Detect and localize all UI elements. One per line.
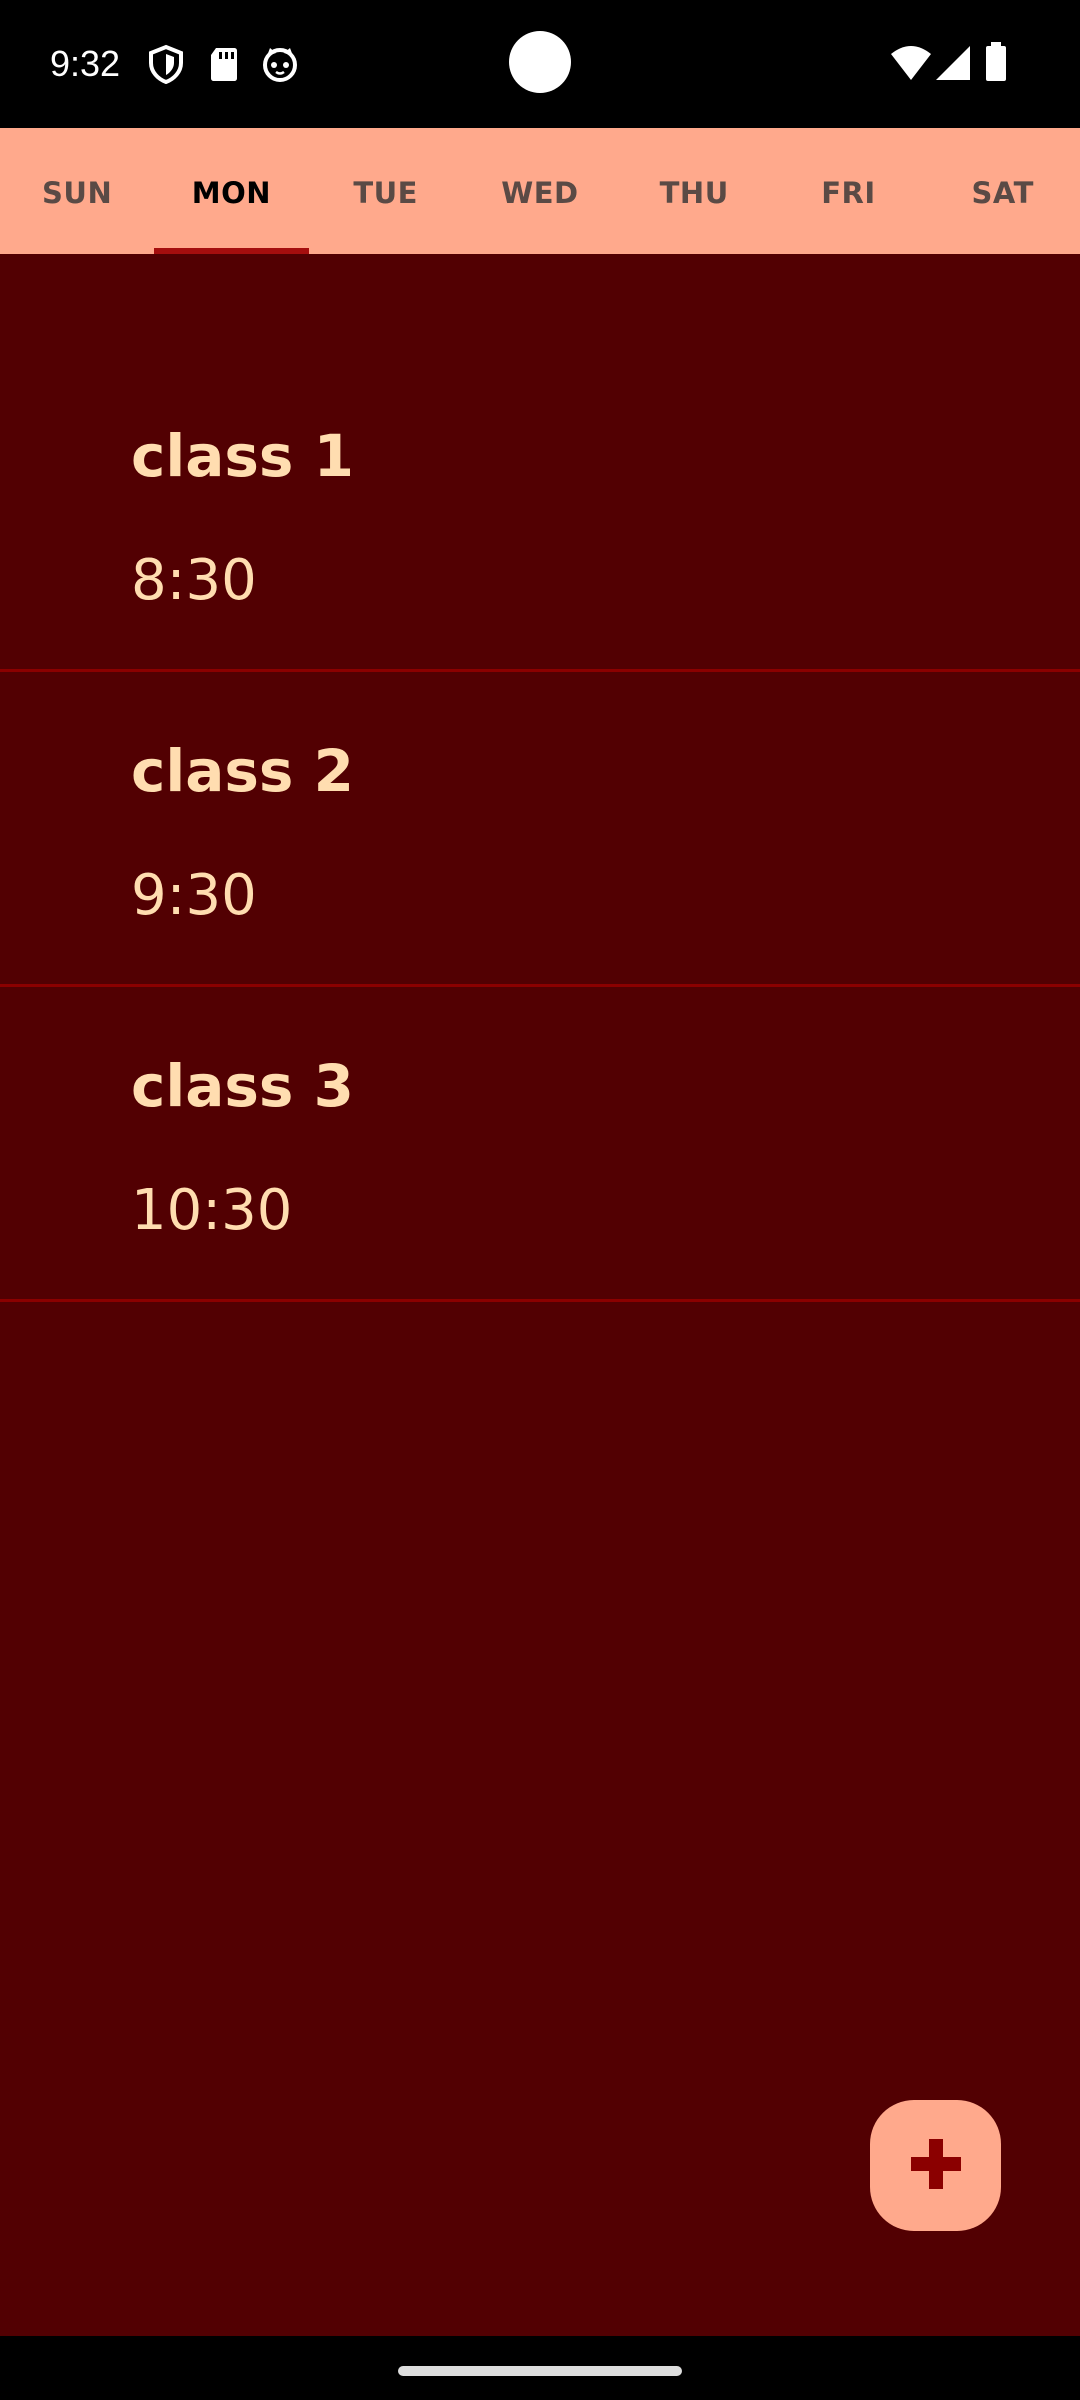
tab-label: SAT (971, 176, 1034, 210)
tab-label: THU (659, 176, 729, 210)
tab-mon[interactable]: MON (154, 128, 309, 254)
tab-wed[interactable]: WED (463, 128, 617, 254)
cat-face-icon (260, 44, 300, 84)
home-gesture-handle[interactable] (398, 2366, 682, 2376)
cellular-signal-icon (934, 44, 974, 84)
class-name: class 2 (131, 737, 354, 805)
list-item[interactable]: class 2 9:30 (0, 672, 1080, 987)
camera-cutout (509, 31, 571, 93)
tab-sun[interactable]: SUN (0, 128, 154, 254)
class-name: class 3 (131, 1052, 354, 1120)
battery-icon (984, 42, 1008, 82)
wifi-icon (890, 44, 932, 84)
status-time: 9:32 (50, 43, 121, 84)
tab-thu[interactable]: THU (617, 128, 771, 254)
class-time: 10:30 (131, 1178, 293, 1243)
tab-sat[interactable]: SAT (926, 128, 1080, 254)
day-tab-bar: SUN MON TUE WED THU FRI SAT (0, 128, 1080, 254)
add-class-button[interactable] (870, 2100, 1001, 2231)
tab-fri[interactable]: FRI (771, 128, 925, 254)
tab-label: FRI (821, 176, 876, 210)
status-bar: 9:32 (0, 0, 1080, 128)
tab-label: MON (191, 176, 272, 210)
class-name: class 1 (131, 422, 354, 490)
tab-tue[interactable]: TUE (309, 128, 463, 254)
class-time: 9:30 (131, 863, 257, 928)
tab-label: SUN (42, 176, 113, 210)
list-item[interactable]: class 3 10:30 (0, 987, 1080, 1302)
class-list: class 1 8:30 class 2 9:30 class 3 10:30 (0, 254, 1080, 2336)
list-item[interactable]: class 1 8:30 (0, 254, 1080, 672)
navigation-bar (0, 2336, 1080, 2400)
class-time: 8:30 (131, 548, 257, 613)
shield-icon (146, 44, 186, 85)
sd-card-icon (204, 44, 244, 84)
tab-label: TUE (353, 176, 418, 210)
plus-icon (909, 2137, 963, 2195)
tab-label: WED (501, 176, 579, 210)
